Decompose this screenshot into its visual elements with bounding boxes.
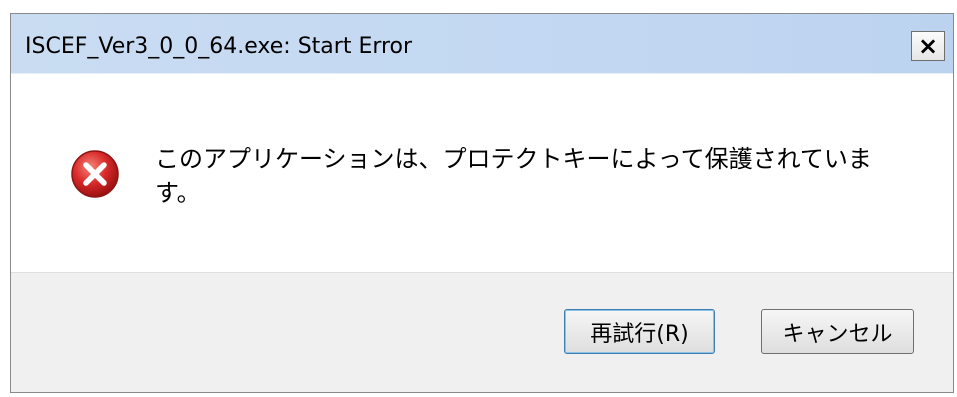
error-icon xyxy=(71,150,119,198)
close-icon: × xyxy=(917,32,939,60)
title-bar[interactable]: ISCEF_Ver3_0_0_64.exe: Start Error × xyxy=(11,14,953,74)
cancel-button[interactable]: キャンセル xyxy=(761,309,914,354)
error-dialog: ISCEF_Ver3_0_0_64.exe: Start Error × このア… xyxy=(10,13,954,393)
button-bar: 再試行(R) キャンセル xyxy=(11,272,953,392)
retry-button[interactable]: 再試行(R) xyxy=(564,309,715,354)
window-title: ISCEF_Ver3_0_0_64.exe: Start Error xyxy=(25,34,413,59)
close-button[interactable]: × xyxy=(911,31,945,61)
error-message: このアプリケーションは、プロテクトキーによって保護されています。 xyxy=(155,145,872,207)
dialog-content: このアプリケーションは、プロテクトキーによって保護されています。 xyxy=(11,74,953,272)
